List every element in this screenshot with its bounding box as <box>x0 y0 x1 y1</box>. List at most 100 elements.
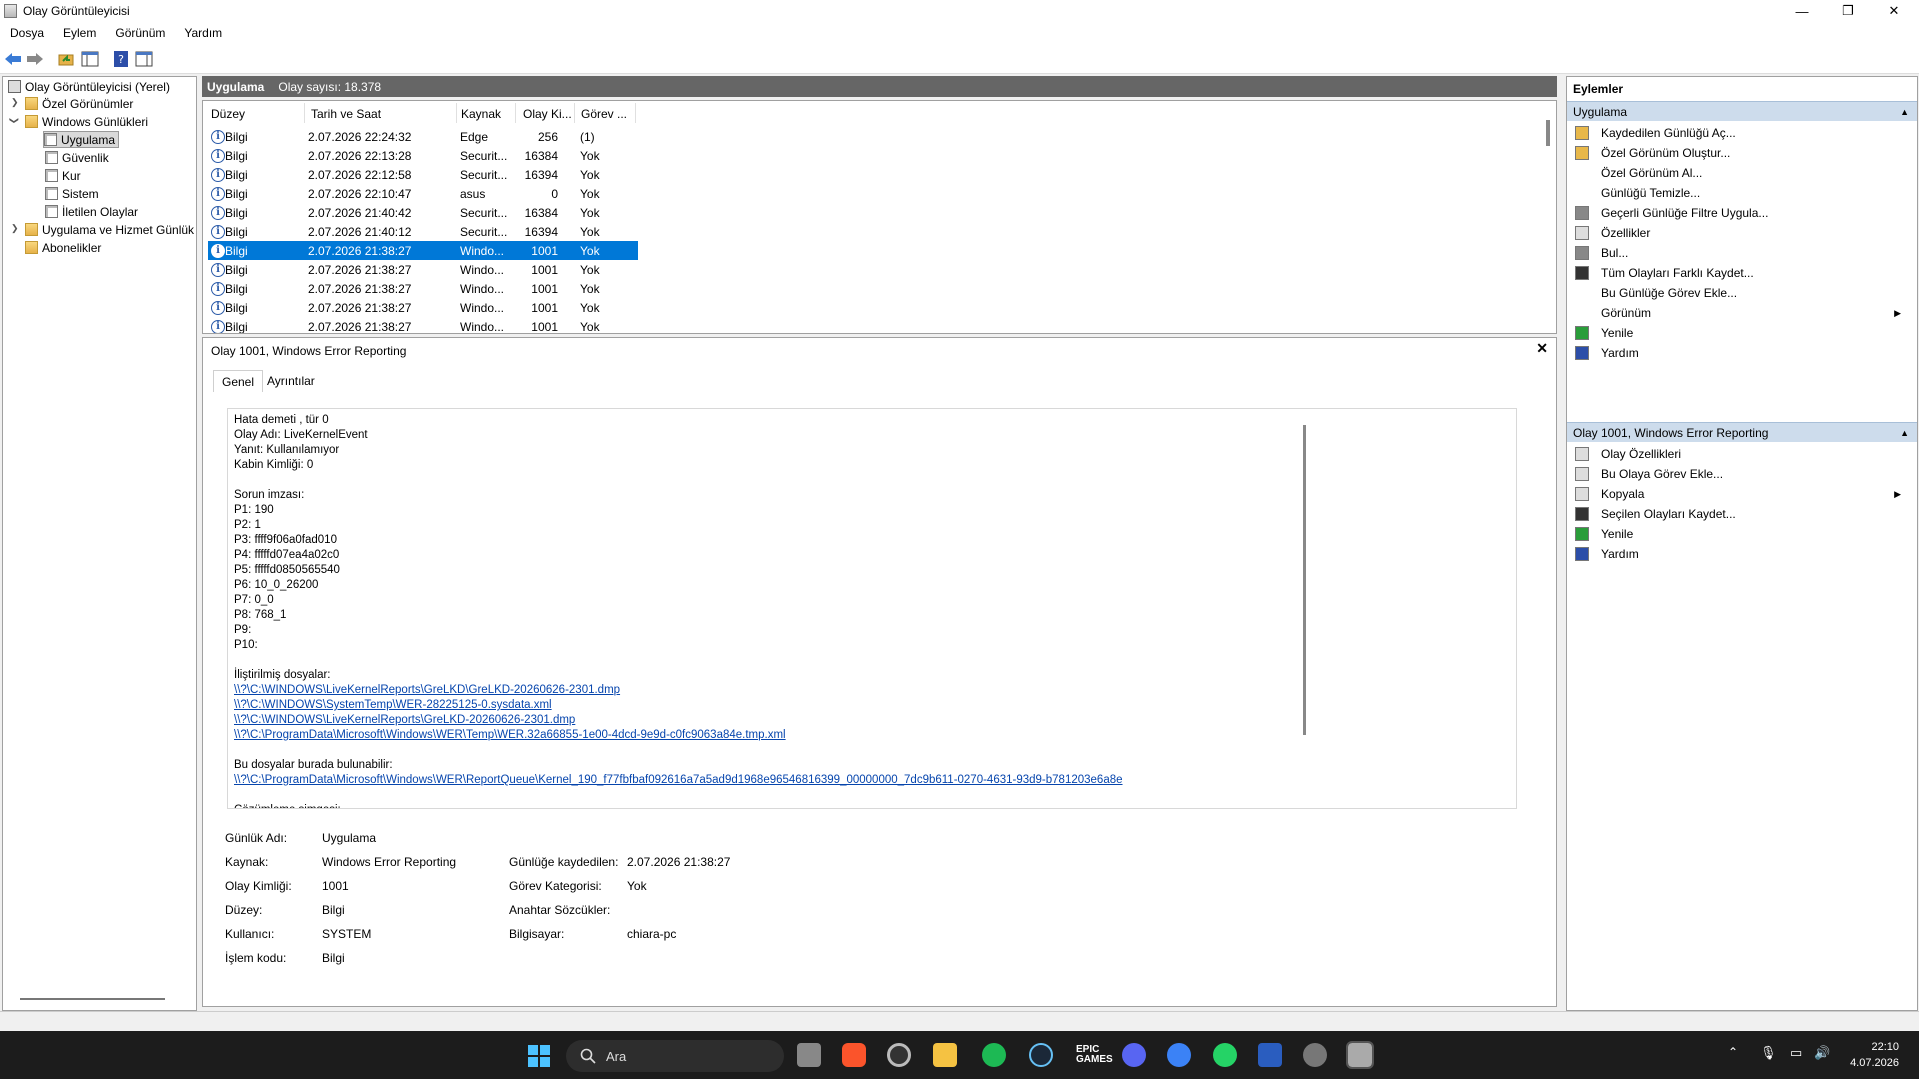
microphone-icon[interactable]: 🎙 <box>1760 1045 1777 1061</box>
table-row[interactable]: i Bilgi 2.07.2026 21:38:27 Windo... 1001 Yok <box>208 241 638 260</box>
action-log-1[interactable]: Özel Görünüm Oluştur... <box>1575 143 1911 163</box>
table-row[interactable]: i Bilgi 2.07.2026 21:40:42 Securit... 16384 Y… <box>208 203 638 222</box>
event-viewer-taskbar-icon[interactable] <box>1346 1041 1374 1069</box>
column-header-source[interactable]: Kaynak <box>461 107 501 121</box>
table-row[interactable]: i Bilgi 2.07.2026 22:10:47 asus 0 Yok <box>208 184 638 203</box>
tab-details[interactable]: Ayrıntılar <box>259 370 323 392</box>
collapse-arrow-icon[interactable]: ❯ <box>8 117 19 125</box>
taskbar-clock[interactable]: 22:10 4.07.2026 <box>1850 1039 1899 1071</box>
table-row[interactable]: i Bilgi 2.07.2026 21:40:12 Securit... 16394 Y… <box>208 222 638 241</box>
action-log-10[interactable]: Yenile <box>1575 323 1911 343</box>
show-hide-tree-icon[interactable] <box>80 49 100 69</box>
action-log-9[interactable]: Görünüm ▶ <box>1575 303 1911 323</box>
steam-icon[interactable] <box>1029 1043 1053 1067</box>
table-row[interactable]: i Bilgi 2.07.2026 22:13:28 Securit... 16384 Y… <box>208 146 638 165</box>
file-path-link[interactable]: \\?\C:\ProgramData\Microsoft\Windows\WER… <box>234 773 1510 788</box>
actions-section-event[interactable]: Olay 1001, Windows Error Reporting ▲ <box>1567 422 1917 442</box>
tree-setup-log[interactable]: Kur <box>45 167 81 184</box>
menu-yardim[interactable]: Yardım <box>184 26 222 40</box>
file-path-link[interactable]: \\?\C:\WINDOWS\SystemTemp\WER-28225125-0… <box>234 698 1510 713</box>
network-icon[interactable]: ▭ <box>1790 1045 1802 1061</box>
column-header-datetime[interactable]: Tarih ve Saat <box>311 107 381 121</box>
settings-gear-icon[interactable] <box>1303 1043 1327 1067</box>
tree-subscriptions[interactable]: Abonelikler <box>25 239 101 256</box>
action-event-4[interactable]: Yenile <box>1575 524 1911 544</box>
bar-app-icon[interactable] <box>1258 1043 1282 1067</box>
show-hide-action-pane-icon[interactable] <box>134 49 154 69</box>
back-arrow-icon[interactable] <box>3 49 23 69</box>
menu-eylem[interactable]: Eylem <box>63 26 96 40</box>
help-icon[interactable]: ? <box>111 49 131 69</box>
action-event-2[interactable]: Kopyala ▶ <box>1575 484 1911 504</box>
tree-security-log[interactable]: Güvenlik <box>45 149 109 166</box>
action-log-2[interactable]: Özel Görünüm Al... <box>1575 163 1911 183</box>
table-row[interactable]: i Bilgi 2.07.2026 21:38:27 Windo... 1001 Yok <box>208 317 638 333</box>
action-log-7[interactable]: Tüm Olayları Farklı Kaydet... <box>1575 263 1911 283</box>
tree-app-service-logs[interactable]: Uygulama ve Hizmet Günlük <box>25 221 194 238</box>
action-log-3[interactable]: Günlüğü Temizle... <box>1575 183 1911 203</box>
windows-start-icon[interactable] <box>528 1045 550 1070</box>
table-row[interactable]: i Bilgi 2.07.2026 21:38:27 Windo... 1001 Yok <box>208 260 638 279</box>
action-event-0[interactable]: Olay Özellikleri <box>1575 444 1911 464</box>
list-vertical-scrollbar[interactable] <box>1546 120 1550 146</box>
event-message-box[interactable]: Hata demeti , tür 0 Olay Adı: LiveKernelE… <box>227 408 1517 809</box>
table-row[interactable]: i Bilgi 2.07.2026 22:24:32 Edge 256 (1) <box>208 127 638 146</box>
detail-close-icon[interactable]: ✕ <box>1536 340 1548 357</box>
taskbar-search[interactable]: Ara <box>566 1040 784 1072</box>
collapse-caret-icon[interactable]: ▲ <box>1900 428 1909 438</box>
action-event-1[interactable]: Bu Olaya Görev Ekle... <box>1575 464 1911 484</box>
action-log-11[interactable]: Yardım <box>1575 343 1911 363</box>
file-path-link[interactable]: \\?\C:\WINDOWS\LiveKernelReports\GreLKD\… <box>234 683 1510 698</box>
table-row[interactable]: i Bilgi 2.07.2026 21:38:27 Windo... 1001 Yok <box>208 298 638 317</box>
action-log-8[interactable]: Bu Günlüğe Görev Ekle... <box>1575 283 1911 303</box>
message-vertical-scrollbar[interactable] <box>1303 425 1306 735</box>
funnel-icon <box>1575 206 1589 220</box>
minimize-button[interactable]: — <box>1779 0 1825 22</box>
table-row[interactable]: i Bilgi 2.07.2026 21:38:27 Windo... 1001 Yok <box>208 279 638 298</box>
menu-gorunum[interactable]: Görünüm <box>115 26 165 40</box>
spotify-icon[interactable] <box>982 1043 1006 1067</box>
volume-icon[interactable]: 🔊 <box>1814 1045 1830 1061</box>
brave-browser-icon[interactable] <box>842 1043 866 1067</box>
table-row[interactable]: i Bilgi 2.07.2026 22:12:58 Securit... 16394 Y… <box>208 165 638 184</box>
file-path-link[interactable]: \\?\C:\WINDOWS\LiveKernelReports\GreLKD-… <box>234 713 1510 728</box>
tree-root[interactable]: Olay Görüntüleyicisi (Yerel) <box>8 78 170 95</box>
action-event-5[interactable]: Yardım <box>1575 544 1911 564</box>
column-header-event-id[interactable]: Olay Ki... <box>523 107 572 121</box>
file-path-link[interactable]: \\?\C:\ProgramData\Microsoft\Windows\WER… <box>234 728 1510 743</box>
tree-custom-views[interactable]: Özel Görünümler <box>25 95 133 112</box>
discord-icon[interactable] <box>1122 1043 1146 1067</box>
tree-windows-logs[interactable]: Windows Günlükleri <box>25 113 148 130</box>
app-icon[interactable] <box>1167 1043 1191 1067</box>
action-log-4[interactable]: Geçerli Günlüğe Filtre Uygula... <box>1575 203 1911 223</box>
action-log-6[interactable]: Bul... <box>1575 243 1911 263</box>
collapse-caret-icon[interactable]: ▲ <box>1900 107 1909 117</box>
task-view-icon[interactable] <box>797 1043 821 1067</box>
column-header-task[interactable]: Görev ... <box>581 107 627 121</box>
action-event-3[interactable]: Seçilen Olayları Kaydet... <box>1575 504 1911 524</box>
epic-games-icon[interactable]: EPIC GAMES <box>1076 1045 1113 1065</box>
close-button[interactable]: ✕ <box>1871 0 1917 22</box>
tab-general[interactable]: Genel <box>213 370 264 392</box>
actions-section-log[interactable]: Uygulama ▲ <box>1567 101 1917 121</box>
maximize-button[interactable]: ❐ <box>1825 0 1871 22</box>
up-folder-icon[interactable] <box>56 49 76 69</box>
obs-icon[interactable] <box>887 1043 911 1067</box>
column-header-level[interactable]: Düzey <box>211 107 245 121</box>
tree-system-log[interactable]: Sistem <box>45 185 99 202</box>
show-hidden-icons-chevron-icon[interactable]: ⌃ <box>1728 1045 1738 1059</box>
message-line: Olay Adı: LiveKernelEvent <box>234 429 368 441</box>
file-explorer-icon[interactable] <box>933 1043 957 1067</box>
find-icon <box>1575 246 1589 260</box>
forward-arrow-icon[interactable] <box>25 49 45 69</box>
cell: Yok <box>580 206 600 220</box>
action-log-5[interactable]: Özellikler <box>1575 223 1911 243</box>
action-log-0[interactable]: Kaydedilen Günlüğü Aç... <box>1575 123 1911 143</box>
tree-horizontal-scrollbar[interactable] <box>20 998 165 1000</box>
expand-arrow-icon[interactable]: ❯ <box>11 97 19 108</box>
menu-dosya[interactable]: Dosya <box>10 26 44 40</box>
expand-arrow-icon[interactable]: ❯ <box>11 223 19 234</box>
tree-forwarded-events[interactable]: İletilen Olaylar <box>45 203 138 220</box>
whatsapp-icon[interactable] <box>1213 1043 1237 1067</box>
tree-application-log[interactable]: Uygulama <box>43 131 120 148</box>
